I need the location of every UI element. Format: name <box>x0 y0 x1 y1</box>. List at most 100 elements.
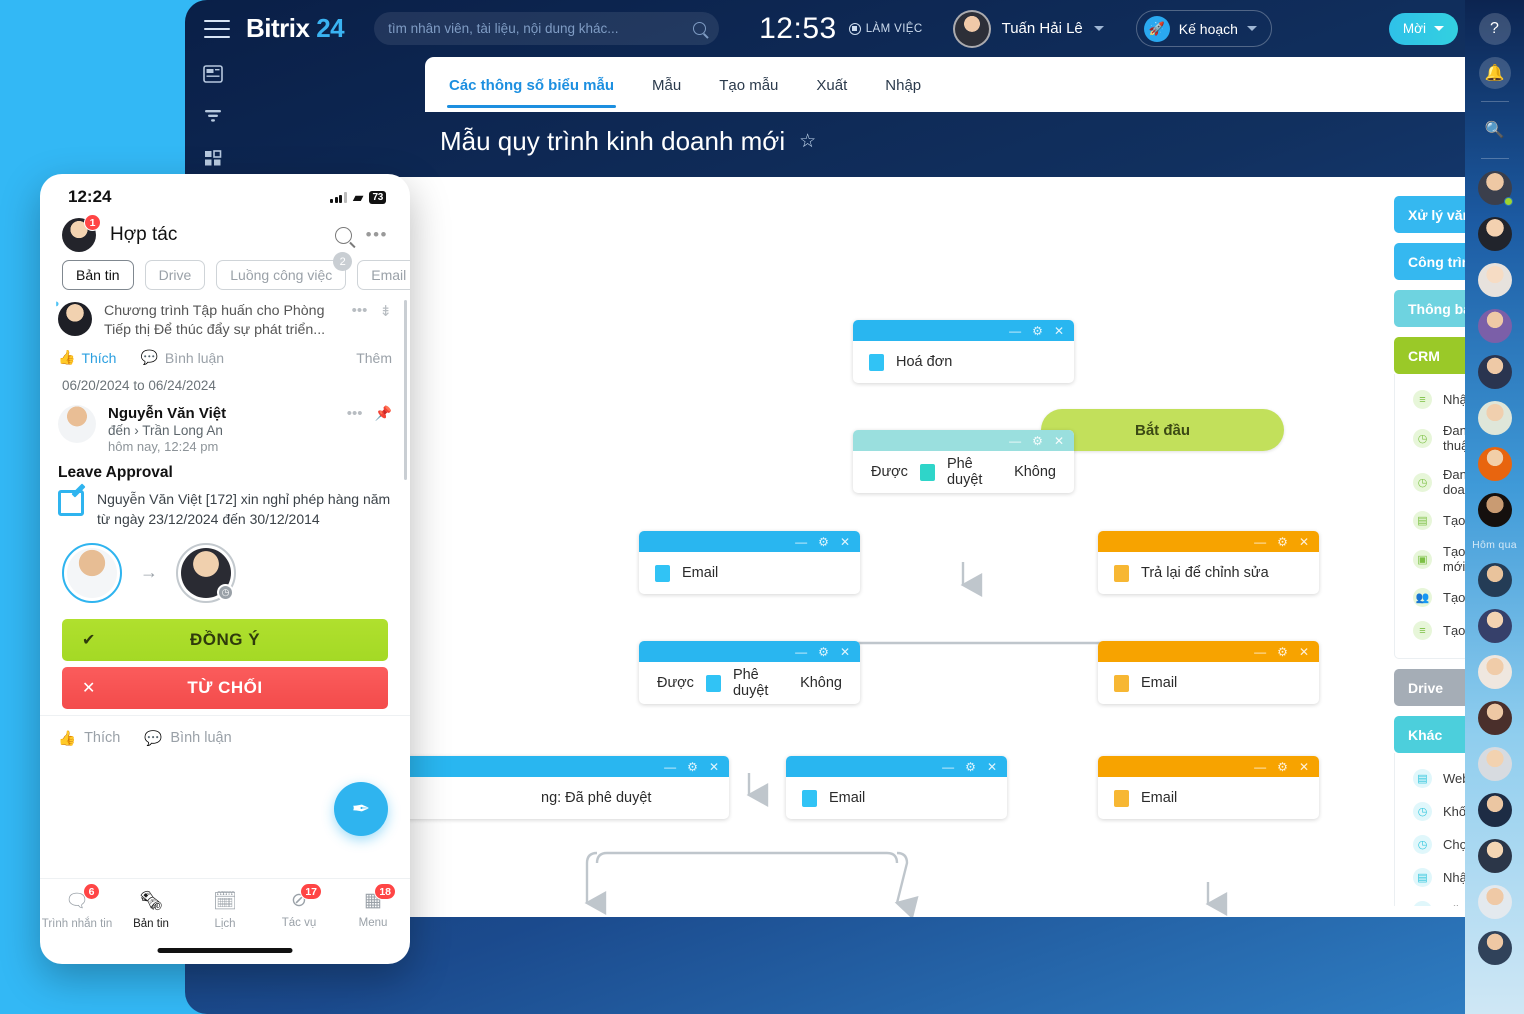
node-status-approved[interactable]: — ⚙ ✕ ng: Đã phê duyệt <box>387 756 729 819</box>
node-email-1[interactable]: — ⚙ ✕ Email <box>639 531 860 594</box>
right-contacts-rail[interactable]: ? 🔔 🔍 Hôm qua <box>1465 0 1524 1014</box>
more-options-icon[interactable]: ••• <box>366 225 388 245</box>
node-approve-1[interactable]: — ⚙ ✕ Được Phê duyệt Không <box>853 430 1074 493</box>
avatar[interactable] <box>1477 309 1512 343</box>
chip-workflow[interactable]: Luồng công việc 2 <box>216 252 353 290</box>
avatar[interactable] <box>1477 747 1512 781</box>
tab-import[interactable]: Nhập <box>883 61 923 108</box>
gear-icon[interactable]: ⚙ <box>818 536 829 548</box>
avatar[interactable] <box>1477 931 1512 965</box>
avatar[interactable] <box>1477 701 1512 735</box>
gear-icon[interactable]: ⚙ <box>818 646 829 658</box>
avatar[interactable] <box>1477 217 1512 251</box>
accept-button[interactable]: ✔ ĐỒNG Ý <box>62 618 388 661</box>
avatar[interactable] <box>1477 655 1512 689</box>
avatar[interactable] <box>1477 839 1512 873</box>
minimize-icon[interactable]: — <box>795 536 807 548</box>
avatar[interactable] <box>1477 609 1512 643</box>
reject-button[interactable]: ✕ TỪ CHỐI <box>62 666 388 709</box>
pin-icon[interactable]: 📌 <box>375 405 392 422</box>
chip-drive[interactable]: Drive <box>144 260 206 290</box>
gear-icon[interactable]: ⚙ <box>1032 325 1043 337</box>
bell-icon[interactable]: 🔔 <box>1478 57 1511 89</box>
nav-tasks[interactable]: ⊘ 17 Tác vụ <box>262 883 336 929</box>
bitrix-logo[interactable]: Bitrix 24 <box>246 13 345 44</box>
node-email-orange-1[interactable]: — ⚙ ✕ Email <box>1098 641 1319 704</box>
comment-button[interactable]: 💬 Bình luận <box>140 349 224 366</box>
minimize-icon[interactable]: — <box>1254 761 1266 773</box>
minimize-icon[interactable]: — <box>664 761 676 773</box>
feed-post[interactable]: Chương trình Tập huấn cho Phòng Tiếp thị… <box>40 290 410 339</box>
minimize-icon[interactable]: — <box>942 761 954 773</box>
node-email-orange-2[interactable]: — ⚙ ✕ Email <box>1098 756 1319 819</box>
grid-icon[interactable] <box>203 149 223 167</box>
scrollbar[interactable] <box>404 300 407 480</box>
more-link[interactable]: Thêm <box>356 350 392 366</box>
gear-icon[interactable]: ⚙ <box>965 761 976 773</box>
work-status[interactable]: LÀM VIỆC <box>848 22 923 35</box>
comment-button[interactable]: 💬 Bình luận <box>144 730 231 747</box>
minimize-icon[interactable]: — <box>1254 646 1266 658</box>
funnel-icon[interactable] <box>203 107 223 125</box>
tab-create-template[interactable]: Tạo mẫu <box>717 61 780 108</box>
avatar[interactable] <box>1477 885 1512 919</box>
node-start[interactable]: Bắt đầu <box>1041 409 1284 451</box>
gear-icon[interactable]: ⚙ <box>1277 536 1288 548</box>
minimize-icon[interactable]: — <box>1009 325 1021 337</box>
nav-menu[interactable]: ▦ 18 Menu <box>336 883 410 929</box>
nav-feed[interactable]: 🗞 Bản tin <box>114 889 188 930</box>
close-icon[interactable]: ✕ <box>1054 435 1064 447</box>
close-icon[interactable]: ✕ <box>1054 325 1064 337</box>
gear-icon[interactable]: ⚙ <box>1032 435 1043 447</box>
gear-icon[interactable]: ⚙ <box>1277 646 1288 658</box>
like-button[interactable]: 👍 Thích <box>58 730 120 747</box>
hamburger-menu-icon[interactable] <box>204 19 230 38</box>
pin-icon[interactable]: ⇟ <box>379 302 392 320</box>
favorite-star-icon[interactable]: ☆ <box>799 130 816 153</box>
like-button[interactable]: 👍 Thích <box>58 349 116 366</box>
avatar[interactable] <box>1477 355 1512 389</box>
node-invoice[interactable]: — ⚙ ✕ Hoá đơn <box>853 320 1074 383</box>
nav-calendar[interactable]: 🗓 Lịch <box>188 889 262 930</box>
minimize-icon[interactable]: — <box>1009 435 1021 447</box>
nav-messenger[interactable]: 🗨 6 Trình nhắn tin <box>40 883 114 930</box>
close-icon[interactable]: ✕ <box>1299 646 1309 658</box>
search-icon[interactable]: 🔍 <box>1479 114 1511 146</box>
contact-avatar-wrapper[interactable] <box>1477 171 1513 206</box>
minimize-icon[interactable]: — <box>795 646 807 658</box>
close-icon[interactable]: ✕ <box>1299 761 1309 773</box>
mobile-app-overlay[interactable]: 12:24 ▰ 73 1 Hợp tác ••• Bản tin Drive L… <box>40 174 410 964</box>
more-options-icon[interactable]: ••• <box>347 405 363 422</box>
avatar[interactable] <box>1477 401 1512 435</box>
invite-button[interactable]: Mời <box>1388 12 1458 45</box>
compose-fab-button[interactable]: ✒ <box>334 782 388 836</box>
chip-email[interactable]: Email <box>357 260 410 290</box>
close-icon[interactable]: ✕ <box>840 536 850 548</box>
tab-template[interactable]: Mẫu <box>650 61 683 108</box>
gear-icon[interactable]: ⚙ <box>1277 761 1288 773</box>
approval-card[interactable]: Nguyễn Văn Việt đến › Trần Long An hôm n… <box>40 399 410 709</box>
avatar[interactable] <box>1477 263 1512 297</box>
more-options-icon[interactable]: ••• <box>352 302 368 319</box>
close-icon[interactable]: ✕ <box>1299 536 1309 548</box>
tab-export[interactable]: Xuất <box>814 61 849 108</box>
avatar[interactable] <box>1477 793 1512 827</box>
search-icon[interactable] <box>334 226 352 244</box>
close-icon[interactable]: ✕ <box>840 646 850 658</box>
chip-bantin[interactable]: Bản tin <box>62 260 134 290</box>
help-icon[interactable]: ? <box>1478 13 1511 45</box>
user-menu[interactable]: Tuấn Hải Lê <box>952 9 1104 48</box>
global-search-input[interactable]: tìm nhân viên, tài liệu, nội dung khác..… <box>374 12 720 45</box>
close-icon[interactable]: ✕ <box>709 761 719 773</box>
node-return-for-edit[interactable]: — ⚙ ✕ Trả lại để chỉnh sửa <box>1098 531 1319 594</box>
gear-icon[interactable]: ⚙ <box>687 761 698 773</box>
avatar[interactable] <box>1477 563 1512 597</box>
avatar[interactable] <box>1477 493 1512 527</box>
node-approve-2[interactable]: — ⚙ ✕ Được Phê duyệt Không <box>639 641 860 704</box>
workflow-canvas[interactable]: Bắt đầu — ⚙ ✕ Hoá đơn — ⚙ ✕ Được Phê duy… <box>387 177 1524 917</box>
node-email-2[interactable]: — ⚙ ✕ Email <box>786 756 1007 819</box>
close-icon[interactable]: ✕ <box>987 761 997 773</box>
tab-parameters[interactable]: Các thông số biểu mẫu <box>447 61 617 108</box>
header-avatar-wrapper[interactable]: 1 <box>62 214 101 252</box>
feed-icon[interactable] <box>203 65 223 83</box>
